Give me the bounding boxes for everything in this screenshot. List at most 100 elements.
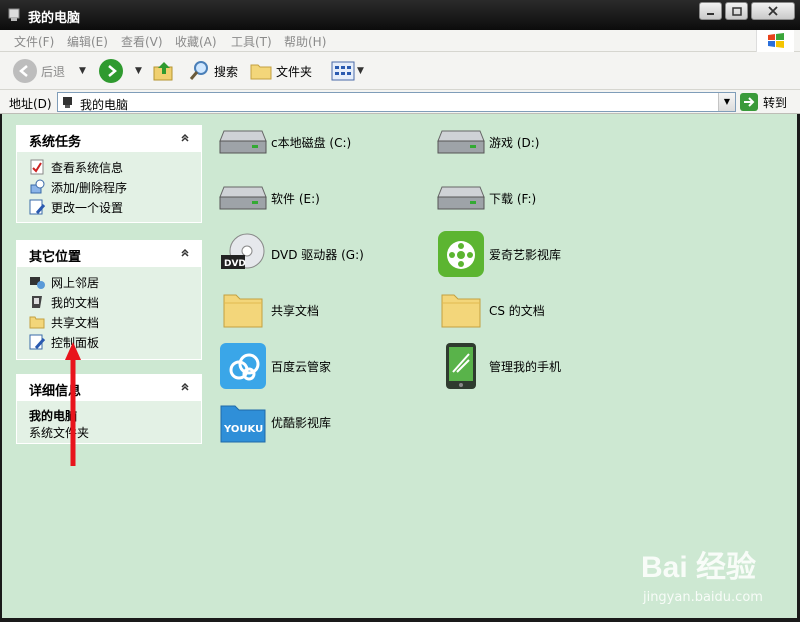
window-border <box>0 114 2 622</box>
item-label: c本地磁盘 (C:) <box>271 135 352 150</box>
address-value: 我的电脑 <box>80 98 129 112</box>
forward-button[interactable]: ▼ <box>99 58 142 84</box>
my-documents-icon <box>29 294 45 310</box>
item-label: 优酷影视库 <box>271 415 332 430</box>
back-dropdown-icon[interactable]: ▼ <box>79 66 86 76</box>
shared-documents[interactable]: 共享文档 <box>218 286 319 334</box>
close-button[interactable] <box>751 2 795 20</box>
change-setting-icon <box>29 199 45 215</box>
folder-icon <box>250 64 272 80</box>
task-change-setting[interactable]: 更改一个设置 <box>29 197 201 217</box>
task-add-remove-programs[interactable]: 添加/删除程序 <box>29 177 201 197</box>
computer-icon <box>8 8 20 21</box>
task-label: 查看系统信息 <box>51 160 124 175</box>
item-label: CS 的文档 <box>489 303 545 318</box>
watermark-sub: jingyan.baidu.com <box>642 590 763 605</box>
dvd-badge-text: DVD <box>224 259 246 269</box>
back-label: 后退 <box>41 64 66 79</box>
menu-tools[interactable]: 工具(T) <box>231 33 272 50</box>
item-label: 管理我的手机 <box>489 359 562 374</box>
folder-icon <box>436 286 486 334</box>
toolbar: 后退 ▼ ▼ 搜索 文件夹 ▼ <box>0 52 800 90</box>
other-places-panel: 其它位置 网上邻居 我的文档 共享文档 控制面板 <box>16 240 202 360</box>
annotation-arrow-icon <box>65 342 81 466</box>
minimize-button[interactable] <box>699 2 722 20</box>
system-tasks-panel: 系统任务 查看系统信息 添加/删除程序 更改一个设置 <box>16 125 202 223</box>
hard-drive-icon <box>218 118 268 166</box>
details-header[interactable]: 详细信息 <box>17 375 201 401</box>
drive-f[interactable]: 下载 (F:) <box>436 174 536 222</box>
place-label: 我的文档 <box>51 295 100 310</box>
collapse-chevron-icon[interactable] <box>177 245 193 261</box>
address-dropdown-icon[interactable]: ▼ <box>718 93 735 111</box>
phone-manager-icon <box>436 342 486 390</box>
place-network[interactable]: 网上邻居 <box>29 272 201 292</box>
details-type: 系统文件夹 <box>29 426 90 440</box>
minimize-icon <box>706 13 714 15</box>
system-info-icon <box>29 159 45 175</box>
shared-folder-icon <box>29 314 45 330</box>
close-icon <box>768 6 778 16</box>
place-label: 网上邻居 <box>51 275 100 290</box>
item-label: 共享文档 <box>271 303 320 318</box>
drive-c[interactable]: c本地磁盘 (C:) <box>218 118 351 166</box>
item-label: DVD 驱动器 (G:) <box>271 247 364 262</box>
system-tasks-title: 系统任务 <box>29 135 82 150</box>
go-arrow-icon <box>740 93 758 111</box>
computer-icon <box>63 97 72 108</box>
baidu-watermark: Bai 经验 jingyan.baidu.com <box>640 542 763 605</box>
folders-button[interactable]: 文件夹 <box>250 58 312 84</box>
item-label: 下载 (F:) <box>489 191 537 206</box>
menu-favorites[interactable]: 收藏(A) <box>175 33 217 50</box>
details-panel: 详细信息 我的电脑 系统文件夹 <box>16 374 202 444</box>
drive-e[interactable]: 软件 (E:) <box>218 174 320 222</box>
restore-icon <box>731 7 742 16</box>
address-input[interactable]: 我的电脑 ▼ <box>57 92 736 112</box>
collapse-chevron-icon[interactable] <box>177 130 193 146</box>
menu-file[interactable]: 文件(F) <box>14 33 54 50</box>
window-border <box>0 618 800 622</box>
back-button[interactable]: 后退 ▼ <box>13 58 86 84</box>
iqiyi-library[interactable]: 爱奇艺影视库 <box>436 230 561 278</box>
item-label: 百度云管家 <box>271 359 332 374</box>
system-tasks-header[interactable]: 系统任务 <box>17 126 201 152</box>
menu-view[interactable]: 查看(V) <box>121 33 163 50</box>
task-view-system-info[interactable]: 查看系统信息 <box>29 157 201 177</box>
menu-edit[interactable]: 编辑(E) <box>67 33 108 50</box>
item-label: 游戏 (D:) <box>489 135 540 150</box>
drive-d[interactable]: 游戏 (D:) <box>436 118 539 166</box>
youku-library[interactable]: YOUKU 优酷影视库 <box>218 398 331 446</box>
collapse-chevron-icon[interactable] <box>177 379 193 395</box>
go-button[interactable]: 转到 <box>740 93 787 111</box>
dvd-drive-icon: DVD <box>218 230 268 278</box>
up-folder-button[interactable] <box>152 58 176 84</box>
search-button[interactable]: 搜索 <box>188 58 238 84</box>
menu-help[interactable]: 帮助(H) <box>284 33 326 50</box>
place-control-panel[interactable]: 控制面板 <box>29 332 201 352</box>
address-label: 地址(D) <box>9 97 52 111</box>
watermark-main: Bai 经验 <box>640 551 756 584</box>
menu-bar: 文件(F) 编辑(E) 查看(V) 收藏(A) 工具(T) 帮助(H) <box>0 30 800 52</box>
drive-g-dvd[interactable]: DVD DVD 驱动器 (G:) <box>218 230 364 278</box>
youku-icon: YOUKU <box>218 398 268 446</box>
phone-manager[interactable]: 管理我的手机 <box>436 342 561 390</box>
network-places-icon <box>29 274 45 290</box>
cs-documents[interactable]: CS 的文档 <box>436 286 545 334</box>
forward-dropdown-icon[interactable]: ▼ <box>135 66 142 76</box>
baidu-cloud[interactable]: 百度云管家 <box>218 342 331 390</box>
maximize-button[interactable] <box>725 2 748 20</box>
other-places-header[interactable]: 其它位置 <box>17 241 201 267</box>
youku-badge-text: YOUKU <box>223 424 263 435</box>
place-my-documents[interactable]: 我的文档 <box>29 292 201 312</box>
hard-drive-icon <box>218 174 268 222</box>
control-panel-icon <box>29 334 45 350</box>
views-icon <box>331 61 355 81</box>
views-dropdown-icon[interactable]: ▼ <box>357 66 364 76</box>
window-title: 我的电脑 <box>28 11 81 26</box>
back-arrow-icon <box>13 59 37 83</box>
place-shared-documents[interactable]: 共享文档 <box>29 312 201 332</box>
views-button[interactable]: ▼ <box>331 58 364 84</box>
hard-drive-icon <box>436 118 486 166</box>
forward-arrow-icon <box>99 59 123 83</box>
title-bar[interactable]: 我的电脑 <box>0 0 800 30</box>
